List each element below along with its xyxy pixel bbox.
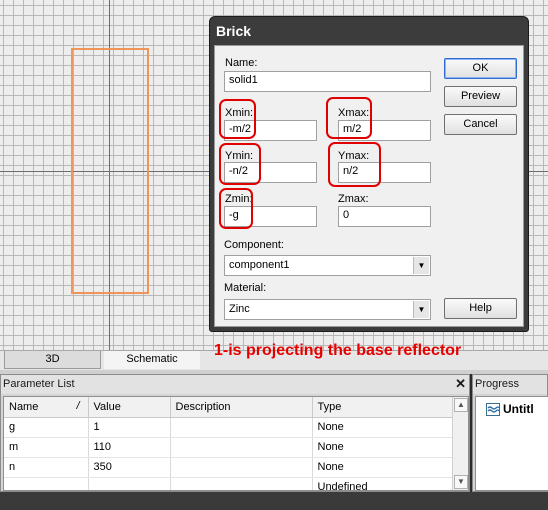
- preview-button[interactable]: Preview: [444, 86, 517, 107]
- ymax-highlight-circle: [328, 142, 381, 187]
- param-value-cell[interactable]: 1: [88, 417, 171, 438]
- chevron-down-icon[interactable]: ▼: [413, 301, 429, 318]
- zmax-field[interactable]: 0: [338, 206, 431, 227]
- name-field[interactable]: solid1: [224, 71, 431, 92]
- param-value-cell[interactable]: 350: [88, 457, 171, 478]
- cancel-button[interactable]: Cancel: [444, 114, 517, 135]
- table-row[interactable]: g 1 None: [4, 417, 455, 438]
- parameter-list-title: Parameter List ✕: [1, 375, 469, 394]
- param-name-cell[interactable]: n: [4, 457, 89, 478]
- parameter-table-header: Name / Value Description Type: [4, 397, 455, 418]
- column-header-type[interactable]: Type: [312, 397, 455, 418]
- param-description-cell[interactable]: [170, 457, 313, 478]
- status-bar: [0, 492, 548, 510]
- param-description-cell[interactable]: [170, 437, 313, 458]
- chevron-down-icon[interactable]: ▼: [413, 257, 429, 274]
- material-label: Material:: [224, 282, 267, 294]
- column-header-name[interactable]: Name /: [4, 397, 89, 418]
- progress-list: Untitl: [475, 396, 548, 491]
- scroll-up-icon[interactable]: ▲: [454, 398, 468, 412]
- zmin-highlight-circle: [219, 188, 253, 229]
- material-selected-value: Zinc: [229, 303, 250, 315]
- sort-indicator: /: [76, 400, 80, 412]
- param-type-cell: Undefined: [312, 477, 455, 490]
- close-icon[interactable]: ✕: [455, 377, 466, 391]
- parameter-list-title-text: Parameter List: [3, 378, 75, 390]
- name-label: Name:: [225, 57, 258, 69]
- column-header-name-label: Name: [9, 400, 39, 413]
- material-select[interactable]: Zinc ▼: [224, 299, 431, 320]
- table-row[interactable]: Undefined: [4, 477, 455, 490]
- param-description-cell[interactable]: [170, 477, 313, 490]
- parameter-list-panel: Parameter List ✕ Name / Value Description…: [0, 374, 470, 492]
- tab-3d[interactable]: 3D: [4, 351, 101, 369]
- column-header-value[interactable]: Value: [88, 397, 171, 418]
- param-name-cell[interactable]: m: [4, 437, 89, 458]
- wave-document-icon: [486, 402, 500, 416]
- progress-title: Progress: [473, 375, 547, 394]
- xmin-highlight-circle: [219, 99, 256, 139]
- param-description-cell[interactable]: [170, 417, 313, 438]
- xmax-highlight-circle: [326, 97, 372, 139]
- param-type-cell: None: [312, 417, 455, 438]
- dialog-title: Brick: [216, 23, 252, 39]
- parameter-table-scrollbar[interactable]: ▲ ▼: [452, 397, 468, 490]
- brick-preview-outline: [71, 48, 149, 294]
- param-type-cell: None: [312, 457, 455, 478]
- help-button[interactable]: Help: [444, 298, 517, 319]
- progress-item-label: Untitl: [503, 402, 534, 416]
- ok-button[interactable]: OK: [444, 58, 517, 79]
- table-row[interactable]: n 350 None: [4, 457, 455, 478]
- param-name-cell[interactable]: g: [4, 417, 89, 438]
- component-selected-value: component1: [229, 259, 290, 271]
- component-label: Component:: [224, 239, 284, 251]
- tab-schematic[interactable]: Schematic: [104, 351, 200, 369]
- param-name-cell[interactable]: [4, 477, 89, 490]
- zmax-label: Zmax:: [338, 193, 369, 205]
- parameter-table: Name / Value Description Type g 1 None m …: [4, 397, 455, 490]
- parameter-table-container: Name / Value Description Type g 1 None m …: [3, 396, 469, 491]
- param-value-cell[interactable]: [88, 477, 171, 490]
- ymin-highlight-circle: [219, 143, 261, 185]
- progress-item[interactable]: Untitl: [486, 402, 534, 416]
- column-header-description[interactable]: Description: [170, 397, 313, 418]
- scroll-down-icon[interactable]: ▼: [454, 475, 468, 489]
- annotation-text: 1-is projecting the base reflector: [214, 342, 462, 359]
- param-value-cell[interactable]: 110: [88, 437, 171, 458]
- param-type-cell: None: [312, 437, 455, 458]
- progress-panel: Progress Untitl: [472, 374, 548, 492]
- table-row[interactable]: m 110 None: [4, 437, 455, 458]
- component-select[interactable]: component1 ▼: [224, 255, 431, 276]
